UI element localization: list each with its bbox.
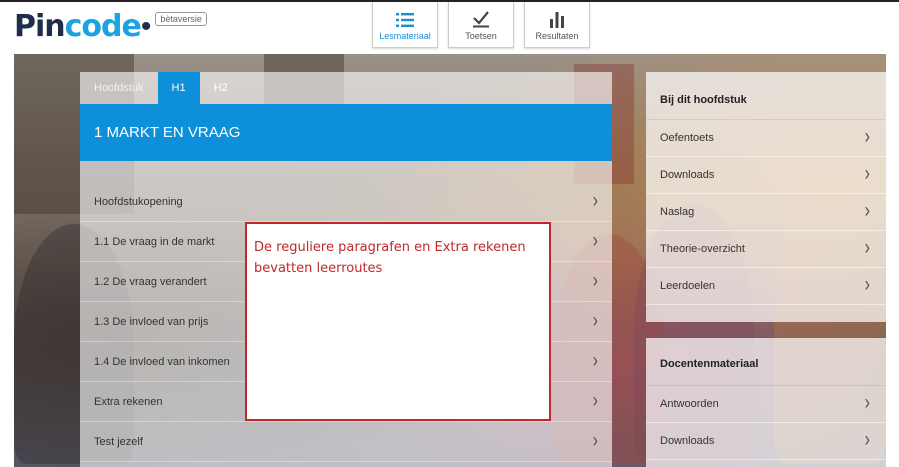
nav-tab-label: Toetsen bbox=[465, 31, 497, 41]
annotation-text: De reguliere paragrafen en Extra rekenen… bbox=[254, 240, 526, 276]
chevron-right-icon: › bbox=[864, 274, 870, 297]
nav-tab-toetsen[interactable]: Toetsen bbox=[448, 2, 514, 48]
panel-title: Bij dit hoofdstuk bbox=[646, 72, 886, 120]
panel-item-downloads[interactable]: Downloads › bbox=[646, 157, 886, 194]
chevron-right-icon: › bbox=[592, 189, 598, 212]
chapter-tabs: Hoofdstuk H1 H2 bbox=[80, 72, 612, 104]
chapter-resources-panel: Bij dit hoofdstuk Oefentoets › Downloads ›… bbox=[646, 72, 886, 322]
chevron-right-icon: › bbox=[864, 200, 870, 223]
chevron-right-icon: › bbox=[592, 309, 598, 332]
list-item-test-jezelf[interactable]: Test jezelf › bbox=[80, 422, 612, 462]
main-nav: Lesmateriaal Toetsen Resultaten bbox=[372, 2, 600, 48]
nav-tab-label: Resultaten bbox=[535, 31, 579, 41]
chevron-right-icon: › bbox=[864, 392, 870, 415]
tab-hoofdstuk[interactable]: Hoofdstuk bbox=[80, 72, 158, 104]
list-item-label: Extra rekenen bbox=[94, 395, 163, 408]
panel-item-downloads[interactable]: Downloads › bbox=[646, 423, 886, 460]
chevron-right-icon: › bbox=[592, 269, 598, 292]
list-item-label: 1.4 De invloed van inkomen bbox=[94, 355, 230, 368]
chapter-title: 1 MARKT EN VRAAG bbox=[94, 124, 241, 141]
panel-item-label: Naslag bbox=[660, 206, 695, 218]
top-bar: Pincode • bètaversie Lesmateriaal Toetse… bbox=[0, 0, 899, 48]
chapter-header: 1 MARKT EN VRAAG bbox=[80, 104, 612, 161]
list-item-label: 1.3 De invloed van prijs bbox=[94, 315, 209, 328]
logo-text: Pincode bbox=[14, 9, 142, 44]
beta-badge: bètaversie bbox=[155, 12, 207, 26]
check-icon bbox=[473, 11, 489, 28]
list-item-hoofdstukopening[interactable]: Hoofdstukopening › bbox=[80, 182, 612, 222]
pincode-logo[interactable]: Pincode • bètaversie bbox=[14, 10, 207, 44]
list-item-label: Hoofdstukopening bbox=[94, 195, 183, 208]
chevron-right-icon: › bbox=[864, 429, 870, 452]
panel-item-label: Theorie-overzicht bbox=[660, 243, 745, 255]
chevron-right-icon: › bbox=[592, 429, 598, 452]
nav-tab-lesmateriaal[interactable]: Lesmateriaal bbox=[372, 2, 438, 48]
chevron-right-icon: › bbox=[864, 163, 870, 186]
tab-h2[interactable]: H2 bbox=[200, 72, 242, 104]
panel-item-oefentoets[interactable]: Oefentoets › bbox=[646, 120, 886, 157]
nav-tab-resultaten[interactable]: Resultaten bbox=[524, 2, 590, 48]
chevron-right-icon: › bbox=[864, 126, 870, 149]
chevron-right-icon: › bbox=[864, 237, 870, 260]
tab-h1[interactable]: H1 bbox=[157, 72, 200, 104]
chevron-right-icon: › bbox=[592, 229, 598, 252]
logo-dot: • bbox=[140, 10, 152, 43]
panel-item-naslag[interactable]: Naslag › bbox=[646, 194, 886, 231]
annotation-box: De reguliere paragrafen en Extra rekenen… bbox=[245, 222, 551, 421]
list-item-label: 1.2 De vraag verandert bbox=[94, 275, 207, 288]
bar-chart-icon bbox=[550, 12, 564, 28]
chevron-right-icon: › bbox=[592, 349, 598, 372]
list-icon bbox=[396, 13, 414, 27]
panel-item-label: Downloads bbox=[660, 169, 715, 181]
panel-item-theorie-overzicht[interactable]: Theorie-overzicht › bbox=[646, 231, 886, 268]
panel-item-label: Oefentoets bbox=[660, 132, 714, 144]
chevron-right-icon: › bbox=[592, 389, 598, 412]
list-item-label: 1.1 De vraag in de markt bbox=[94, 235, 215, 248]
teacher-materials-panel: Docentenmateriaal Antwoorden › Downloads › bbox=[646, 338, 886, 467]
panel-item-label: Downloads bbox=[660, 435, 715, 447]
panel-title: Docentenmateriaal bbox=[646, 338, 886, 386]
panel-item-label: Antwoorden bbox=[660, 398, 719, 410]
list-item-label: Test jezelf bbox=[94, 435, 143, 448]
panel-item-label: Leerdoelen bbox=[660, 280, 716, 292]
panel-item-leerdoelen[interactable]: Leerdoelen › bbox=[646, 268, 886, 305]
panel-item-antwoorden[interactable]: Antwoorden › bbox=[646, 386, 886, 423]
nav-tab-label: Lesmateriaal bbox=[379, 31, 431, 41]
